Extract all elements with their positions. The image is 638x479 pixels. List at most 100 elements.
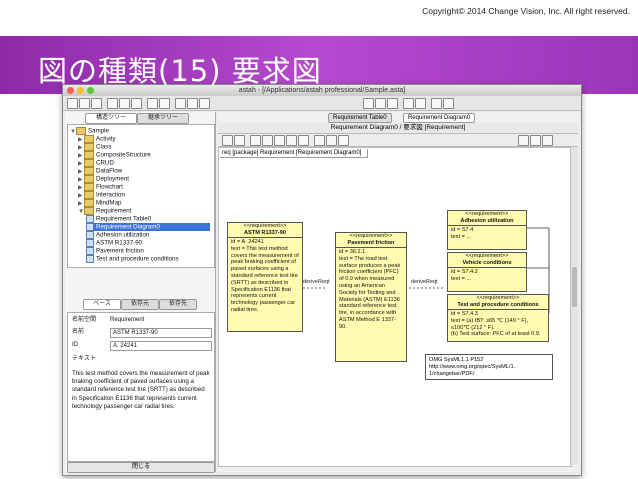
rectangle-tool-icon[interactable]: [326, 135, 337, 146]
close-button[interactable]: 閉じる: [67, 462, 215, 473]
tree-item[interactable]: ▼ Requirement: [78, 207, 131, 215]
tree-item[interactable]: ▶ Class: [78, 143, 111, 151]
folder-icon: [84, 183, 94, 191]
diagram-editor: Requirement Table0 Requirement Diagram0 …: [218, 112, 578, 472]
hand-tool-icon[interactable]: [234, 135, 245, 146]
trace-tool-icon[interactable]: [298, 135, 309, 146]
requirement-astm[interactable]: <<requirement>> ASTM R1337-90 id = A. 24…: [227, 222, 303, 332]
folder-icon: [76, 127, 86, 135]
tab-requirement-diagram[interactable]: Requirement Diagram0: [403, 113, 476, 123]
folder-icon: [84, 207, 94, 215]
requirement-vehicle-conditions[interactable]: <<requirement>> Vehicle conditions id = …: [447, 252, 527, 292]
slide-title: 図の種類(15) 要求図: [38, 54, 322, 88]
name-field[interactable]: ASTM R1337-90: [110, 328, 212, 338]
select-tool-icon[interactable]: [222, 135, 233, 146]
stereotype-label: <<requirement>>: [349, 233, 393, 239]
align-icon[interactable]: [403, 98, 414, 109]
plugin-icon[interactable]: [431, 98, 442, 109]
requirement-icon: [86, 239, 94, 247]
requirement-pavement-friction[interactable]: <<requirement>> Pavement friction id = 3…: [335, 232, 407, 362]
tab-dependency-source[interactable]: 依存元: [121, 299, 159, 310]
tree-item[interactable]: ▶ Deployment: [78, 175, 129, 183]
redo-icon[interactable]: [159, 98, 170, 109]
zoom-out-icon[interactable]: [199, 98, 210, 109]
font-color-icon[interactable]: [363, 98, 374, 109]
tree-item[interactable]: ▶ Activity: [78, 135, 116, 143]
requirement-icon: [86, 247, 94, 255]
requirement-text: text = The road test surface produces a …: [339, 255, 401, 330]
requirement-name: Vehicle conditions: [448, 260, 526, 268]
tab-inheritance-tree[interactable]: 継承ツリー: [137, 113, 189, 124]
note[interactable]: OMG SysML1.1 P152 http://www.omg.org/spe…: [425, 354, 553, 381]
grid-icon[interactable]: [542, 135, 553, 146]
package-tool-icon[interactable]: [262, 135, 273, 146]
requirement-text: text = ...: [451, 275, 472, 282]
folder-icon: [84, 167, 94, 175]
note-line: 1/changebar/PDF/: [429, 370, 475, 377]
project-panel: 構造ツリー 継承ツリー ▼ Sample ▶ Activity ▶ Class ▶ Co…: [65, 112, 216, 473]
requirement-id: id = S7.4.2: [451, 269, 478, 275]
tree-item-selected[interactable]: Requirement Diagram0: [86, 223, 210, 231]
text-tool-icon[interactable]: [314, 135, 325, 146]
tab-structure-tree[interactable]: 構造ツリー: [85, 113, 137, 124]
tab-requirement-table[interactable]: Requirement Table0: [328, 113, 392, 123]
tree-tabs: 構造ツリー 継承ツリー: [65, 112, 215, 124]
astah-window: astah - [/Applications/astah professiona…: [62, 84, 582, 476]
derive-label-2: deriveReqt: [411, 279, 438, 285]
help-icon[interactable]: [443, 98, 454, 109]
stereotype-label: <<requirement>>: [476, 295, 520, 301]
tree-item[interactable]: ▶ MindMap: [78, 199, 121, 207]
requirement-adhesion-utilization[interactable]: <<requirement>> Adhesion utilization id …: [447, 210, 527, 250]
zoom-in-icon[interactable]: [187, 98, 198, 109]
diagram-canvas[interactable]: req [package] Requirement [Requirement D…: [218, 147, 572, 467]
folder-icon: [84, 135, 94, 143]
tree-item[interactable]: Test and procedure conditions: [86, 255, 179, 263]
tree-item[interactable]: ▼ Sample: [70, 127, 109, 135]
cut-icon[interactable]: [107, 98, 118, 109]
tree-item[interactable]: ASTM R1337-90: [86, 239, 142, 247]
open-file-icon[interactable]: [79, 98, 90, 109]
vertical-scrollbar[interactable]: [570, 147, 578, 465]
requirement-text: (b) Test surface: PFC of at least 0.9.: [451, 331, 541, 338]
requirement-text: text = ...: [451, 233, 472, 240]
tree-item[interactable]: ▶ Interaction: [78, 191, 125, 199]
folder-icon: [84, 143, 94, 151]
requirement-name: ASTM R1337-90: [228, 230, 302, 238]
scrollbar-thumb[interactable]: [572, 267, 577, 307]
tab-dependency-target[interactable]: 依存先: [159, 299, 197, 310]
copyright-text: Copyright© 2014 Change Vision, Inc. All …: [422, 6, 630, 16]
undo-icon[interactable]: [147, 98, 158, 109]
paste-icon[interactable]: [131, 98, 142, 109]
tree-item[interactable]: ▶ DataFlow: [78, 167, 122, 175]
text-field[interactable]: This test method covers the measurement …: [72, 370, 210, 411]
tree-item[interactable]: Pavement friction: [86, 247, 144, 255]
copy-icon[interactable]: [119, 98, 130, 109]
tab-base[interactable]: ベース: [83, 299, 121, 310]
requirement-tool-icon[interactable]: [250, 135, 261, 146]
requirement-id: id = 36.2.1: [339, 249, 366, 255]
save-icon[interactable]: [91, 98, 102, 109]
line-tool-icon[interactable]: [338, 135, 349, 146]
tree-item[interactable]: ▶ Flowchart: [78, 183, 123, 191]
settings-icon[interactable]: [518, 135, 529, 146]
satisfy-tool-icon[interactable]: [286, 135, 297, 146]
derive-tool-icon[interactable]: [274, 135, 285, 146]
line-color-icon[interactable]: [387, 98, 398, 109]
search-icon[interactable]: [175, 98, 186, 109]
requirement-text: text = This test method covers the measu…: [231, 245, 299, 313]
tree-item[interactable]: Requirement Table0: [86, 215, 151, 223]
requirement-id: id = S7.4.3: [451, 311, 478, 317]
id-field[interactable]: A. 24241: [110, 341, 212, 351]
distribute-icon[interactable]: [415, 98, 426, 109]
tree-item[interactable]: ▶ CRUD: [78, 159, 114, 167]
tree-item[interactable]: Adhesion utilization: [86, 231, 149, 239]
requirement-text: text = (a) IBT: ≥65 ℃ (149 ° F), ≤100℃ (…: [451, 317, 529, 331]
folder-icon: [84, 159, 94, 167]
diagram-title: Requirement Diagram0 / 要求図 [Requirement]: [218, 123, 578, 134]
fill-color-icon[interactable]: [375, 98, 386, 109]
requirement-test-procedure[interactable]: <<requirement>> Test and procedure condi…: [447, 294, 549, 342]
pen-icon[interactable]: [530, 135, 541, 146]
tree-item[interactable]: ▶ CompositeStructure: [78, 151, 151, 159]
stereotype-label: <<requirement>>: [465, 211, 509, 217]
new-file-icon[interactable]: [67, 98, 78, 109]
